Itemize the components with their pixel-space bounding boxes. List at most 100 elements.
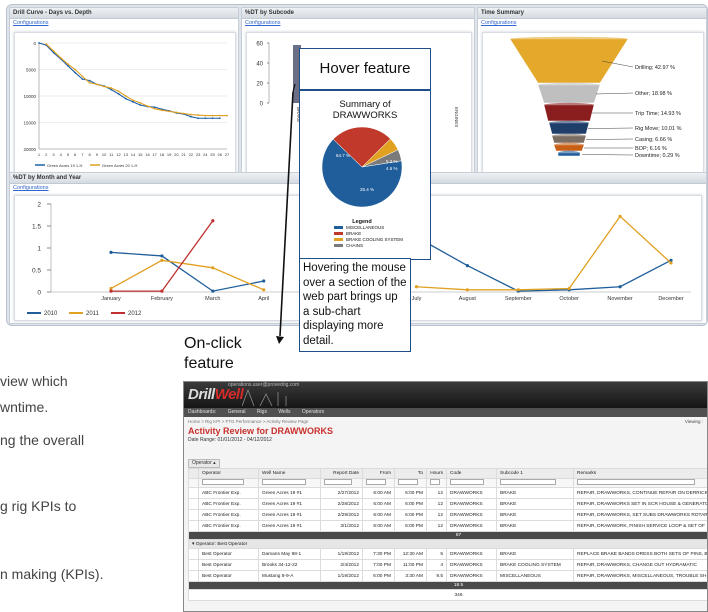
filter-input[interactable] bbox=[366, 479, 386, 485]
y-tick-label: 0 bbox=[260, 102, 264, 108]
row-spacer bbox=[188, 498, 199, 510]
table-row[interactable]: ABC Frontier Exp. Green Acres 19 #1 2/28/2… bbox=[188, 498, 707, 510]
table-row[interactable]: ABC Frontier Exp. Green Acres 19 #1 2/29/2… bbox=[188, 509, 707, 521]
filter-input[interactable] bbox=[202, 479, 245, 485]
filter-cell[interactable] bbox=[394, 478, 427, 488]
table-cell: MISCELLANEOUS bbox=[496, 570, 574, 582]
nav-operators[interactable]: Operators bbox=[302, 409, 324, 415]
filter-input[interactable] bbox=[430, 479, 441, 485]
table-row[interactable]: Best Operator Brooks 34-12-22 2/4/2012 7:00… bbox=[188, 559, 707, 571]
nav-rigs[interactable]: Rigs bbox=[257, 409, 267, 415]
filter-cell[interactable] bbox=[426, 478, 447, 488]
funnel-rim bbox=[549, 120, 589, 126]
table-cell: Green Acres 19 #1 bbox=[258, 487, 321, 499]
group-header-row[interactable]: ▾ Operator: Best Operator bbox=[188, 539, 707, 549]
time-summary-funnel-chart[interactable]: Drilling; 42.97 % Other; 18.98 % Trip Time… bbox=[483, 33, 703, 175]
column-header-remarks[interactable]: Remarks bbox=[573, 468, 707, 479]
x-tick-label: 18 bbox=[160, 152, 165, 157]
data-point bbox=[139, 104, 142, 106]
data-point bbox=[262, 288, 266, 292]
row-spacer bbox=[188, 559, 199, 571]
x-tick-label: November bbox=[607, 296, 633, 302]
group-header-label[interactable]: ▾ Operator: Best Operator bbox=[188, 539, 707, 549]
group-by-chip[interactable]: Operator ▴ bbox=[188, 459, 220, 468]
nav-general[interactable]: General bbox=[228, 409, 246, 415]
y-tick-label: 5000 bbox=[26, 68, 37, 73]
data-point bbox=[124, 97, 127, 100]
filter-cell[interactable] bbox=[446, 478, 497, 488]
configurations-link[interactable]: Configurations bbox=[10, 19, 238, 28]
filter-input[interactable] bbox=[450, 479, 485, 485]
table-cell: Green Acres 19 #1 bbox=[258, 509, 321, 521]
drill-curve-chart-frame: 0 5000 10000 15000 20000 1 2 3 4 5 6 7 8 9 10 11 12 13 14 1… bbox=[14, 32, 236, 176]
legend-swatch bbox=[334, 238, 343, 241]
table-cell: DRAWWORKS bbox=[446, 520, 497, 532]
column-header-to[interactable]: To bbox=[394, 468, 427, 479]
column-header-report-date[interactable]: Report Date bbox=[320, 468, 363, 479]
funnel-rim bbox=[558, 150, 580, 156]
column-header-code[interactable]: Code bbox=[446, 468, 497, 479]
breadcrumb-text[interactable]: Home > Rig KPI > FTG Performance > Activ… bbox=[188, 419, 308, 424]
data-point bbox=[168, 110, 171, 113]
filter-input[interactable] bbox=[577, 479, 696, 485]
x-tick-label: 7 bbox=[81, 152, 84, 157]
data-point bbox=[175, 111, 178, 114]
background-text-3: ng the overall bbox=[0, 432, 85, 448]
filter-input[interactable] bbox=[262, 479, 306, 485]
filter-cell[interactable] bbox=[496, 478, 574, 488]
date-range: Date Range: 01/01/2012 - 04/12/2012 bbox=[188, 437, 272, 443]
column-header-well-name[interactable]: Well Name bbox=[258, 468, 321, 479]
legend-label: CHAINS bbox=[346, 243, 363, 248]
table-cell: Green Acres 19 #1 bbox=[258, 520, 321, 532]
filter-cell[interactable] bbox=[573, 478, 707, 488]
table-row[interactable]: Best Operator Damans May 98-1 1/19/2012 7:3… bbox=[188, 548, 707, 560]
table-cell: REPAIR, DRAWWORKS, CHANGE OUT HYDRAMATIC bbox=[573, 559, 707, 571]
background-text-5: n making (KPIs). bbox=[0, 566, 104, 582]
background-text-4: g rig KPIs to bbox=[0, 498, 77, 514]
column-header-from[interactable]: From bbox=[362, 468, 395, 479]
table-cell: DRAWWORKS bbox=[446, 487, 497, 499]
x-tick-label: 22 bbox=[189, 152, 194, 157]
funnel-label: BOP; 6.16 % bbox=[635, 146, 667, 152]
filter-row bbox=[188, 478, 707, 488]
table-cell: BRAKE bbox=[496, 509, 574, 521]
data-point bbox=[618, 214, 622, 218]
y-tick-label: 2 bbox=[37, 202, 41, 209]
table-row[interactable]: Best Operator Mustang 8-9-A 1/19/2012 6:00 … bbox=[188, 570, 707, 582]
column-header-subcode-1[interactable]: Subcode 1 bbox=[496, 468, 574, 479]
data-point bbox=[81, 75, 84, 78]
column-header-operator[interactable]: Operator bbox=[198, 468, 259, 479]
nav-wells[interactable]: Wells bbox=[278, 409, 290, 415]
filter-cell[interactable] bbox=[198, 478, 259, 488]
filter-cell[interactable] bbox=[258, 478, 321, 488]
x-tick-label: 1 bbox=[38, 152, 41, 157]
data-point bbox=[204, 117, 207, 120]
data-point bbox=[197, 114, 199, 116]
table-cell: ABC Frontier Exp. bbox=[198, 498, 259, 510]
configurations-link[interactable]: Configurations bbox=[478, 19, 706, 28]
series-line-green-acres-19-1-h bbox=[38, 42, 220, 119]
funnel-label: Trip Time; 14.93 % bbox=[635, 111, 681, 117]
x-tick-label: 21 bbox=[181, 152, 186, 157]
filter-input[interactable] bbox=[500, 479, 556, 485]
table-row[interactable]: ABC Frontier Exp. Green Acres 19 #1 2/27/2… bbox=[188, 487, 707, 499]
y-tick-label: 40 bbox=[256, 62, 263, 68]
grand-total-value: 346 bbox=[188, 589, 707, 601]
data-point bbox=[211, 289, 215, 293]
table-cell: 12 bbox=[426, 520, 447, 532]
funnel-segment-drilling bbox=[509, 38, 629, 84]
table-cell: 2/28/2012 bbox=[320, 498, 363, 510]
column-header-hours[interactable]: Hours bbox=[426, 468, 447, 479]
drawworks-pie-chart[interactable]: 64.7 %25.4 %5.3 %4.6 %LegendMISCELLANEOU… bbox=[300, 123, 430, 261]
drill-curve-chart[interactable]: 050001000015000200001 2 3 4 5 6 7 8 9 10 11 12 13 14 1… bbox=[15, 33, 235, 175]
filter-input[interactable] bbox=[324, 479, 352, 485]
filter-cell[interactable] bbox=[362, 478, 395, 488]
table-cell: BRAKE bbox=[496, 520, 574, 532]
table-cell: Best Operator bbox=[198, 559, 259, 571]
table-row[interactable]: ABC Frontier Exp. Green Acres 19 #1 3/1/20… bbox=[188, 520, 707, 532]
funnel-label: Drilling; 42.97 % bbox=[635, 65, 675, 71]
configurations-link[interactable]: Configurations bbox=[242, 19, 474, 28]
data-point bbox=[189, 113, 192, 116]
filter-cell[interactable] bbox=[320, 478, 363, 488]
filter-input[interactable] bbox=[398, 479, 418, 485]
